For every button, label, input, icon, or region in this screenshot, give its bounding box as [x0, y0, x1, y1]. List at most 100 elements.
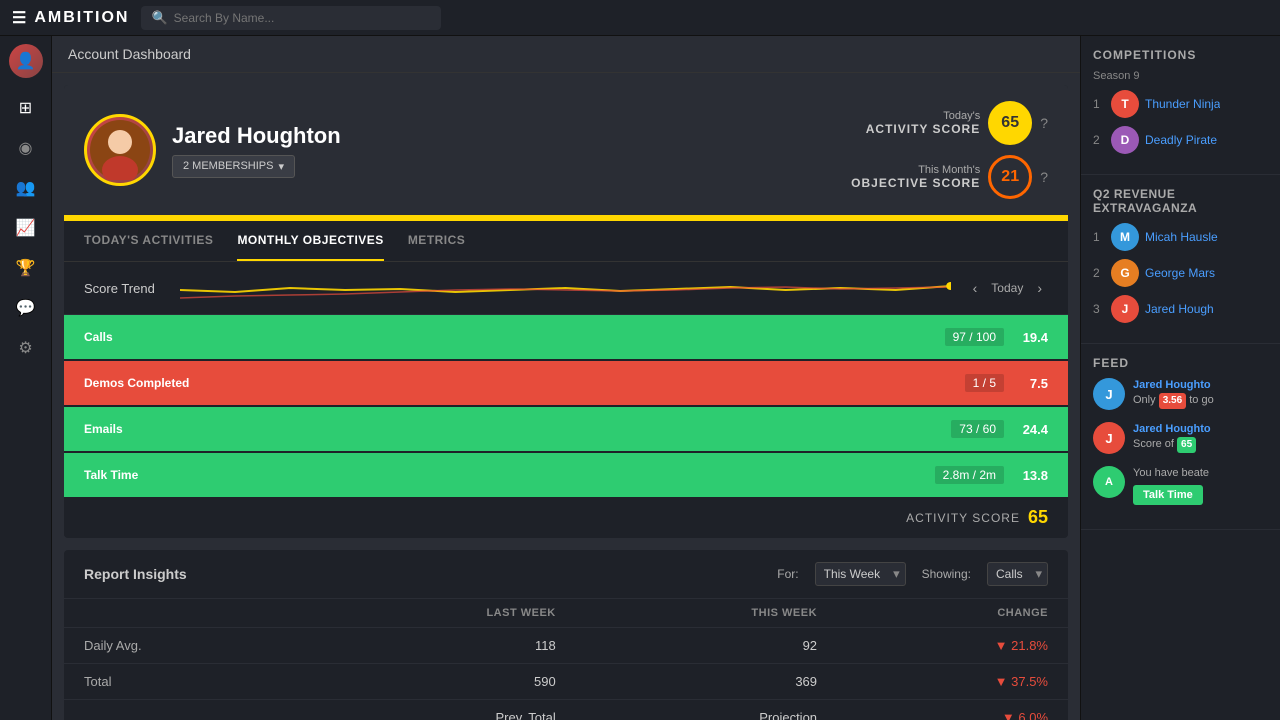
activity-total-label: Activity Score: [906, 511, 1020, 525]
feed-talk-time-button[interactable]: Talk Time: [1133, 485, 1203, 505]
feed-item-2: J Jared Houghto Score of 65: [1093, 422, 1268, 454]
activity-score-badge: 65: [988, 101, 1032, 145]
activity-score-item: Today's Activity Score 65 ?: [866, 101, 1048, 145]
activity-score-label: Today's Activity Score: [866, 110, 980, 136]
feed-avatar-3: A: [1093, 466, 1125, 498]
q2-name-3[interactable]: Jared Hough: [1145, 302, 1214, 316]
comp-name-2[interactable]: Deadly Pirate: [1145, 133, 1217, 147]
q2-name-2[interactable]: George Mars: [1145, 266, 1215, 280]
table-row: Total 590 369 ▼ 37.5%: [64, 664, 1068, 700]
feed-section: Feed J Jared Houghto Only 3.56 to go J J…: [1081, 344, 1280, 530]
activity-label-emails: Emails: [84, 422, 204, 436]
report-for-label: For:: [777, 567, 798, 581]
feed-badge-2: 65: [1177, 437, 1196, 453]
q2-title: Q2 Revenue Extravaganza: [1093, 187, 1268, 215]
score-trend-label: Score Trend: [84, 281, 164, 296]
menu-hamburger-icon[interactable]: ☰: [12, 8, 28, 28]
row-label-daily-avg: Daily Avg.: [64, 628, 305, 664]
activity-row-calls: Calls 97 / 100 19.4: [64, 315, 1068, 359]
q2-item-3: 3 J Jared Hough: [1093, 295, 1268, 323]
q2-avatar-3: J: [1111, 295, 1139, 323]
report-table: Last Week This Week Change Daily Avg. 11…: [64, 599, 1068, 720]
feed-text-1: Jared Houghto Only 3.56 to go: [1133, 378, 1214, 410]
tab-monthly-objectives[interactable]: Monthly Objectives: [237, 221, 383, 261]
top-nav: ☰ AMBITION 🔍: [0, 0, 1280, 36]
objective-score-badge: 21: [988, 155, 1032, 199]
sidebar-item-analytics[interactable]: 📈: [8, 210, 44, 246]
search-bar[interactable]: 🔍: [141, 6, 441, 30]
row-this-week-daily: 92: [576, 628, 837, 664]
feed-text-3: You have beate Talk Time: [1133, 466, 1268, 505]
main-content: Account Dashboard Jared Houghton 2 MEMBE…: [52, 36, 1080, 720]
col-header-label: [64, 599, 305, 628]
activity-row-talktime: Talk Time 2.8m / 2m 13.8: [64, 453, 1068, 497]
trend-next-button[interactable]: ›: [1031, 278, 1048, 298]
col-header-last-week: Last Week: [305, 599, 575, 628]
q2-avatar-1: M: [1111, 223, 1139, 251]
col-header-change: Change: [837, 599, 1068, 628]
q2-name-1[interactable]: Micah Hausle: [1145, 230, 1218, 244]
row-change-daily: ▼ 21.8%: [837, 628, 1068, 664]
profile-info: Jared Houghton 2 MEMBERSHIPS ▾: [172, 123, 835, 178]
feed-avatar-1: J: [1093, 378, 1125, 410]
sidebar: 👤 ⊞ ◉ 👥 📈 🏆 💬 ⚙: [0, 36, 52, 720]
comp-avatar-2: D: [1111, 126, 1139, 154]
activity-score-demos: 7.5: [1012, 376, 1048, 391]
activity-score-help-icon[interactable]: ?: [1040, 115, 1048, 131]
row-bottom-change: ▼ 6.0%: [837, 700, 1068, 720]
sidebar-item-team[interactable]: 👥: [8, 170, 44, 206]
row-prev-total-label: Prev. Total: [305, 700, 575, 720]
report-for-select-wrapper[interactable]: This Week: [815, 562, 906, 586]
activity-progress-emails: 73 / 60: [951, 420, 1004, 438]
competitions-title: Competitions: [1093, 48, 1268, 62]
chevron-down-icon: ▾: [278, 160, 284, 173]
activity-score-talktime: 13.8: [1012, 468, 1048, 483]
row-label-bottom: [64, 700, 305, 720]
objective-score-label: This Month's Objective Score: [851, 164, 980, 190]
comp-rank-1: 1: [1093, 97, 1105, 111]
comp-rank-2: 2: [1093, 133, 1105, 147]
search-input[interactable]: [174, 11, 432, 25]
q2-avatar-2: G: [1111, 259, 1139, 287]
page-header: Account Dashboard: [52, 36, 1080, 73]
tab-todays-activities[interactable]: Today's Activities: [84, 221, 213, 261]
sidebar-item-messages[interactable]: 💬: [8, 290, 44, 326]
q2-section: Q2 Revenue Extravaganza 1 M Micah Hausle…: [1081, 175, 1280, 344]
profile-card: Jared Houghton 2 MEMBERSHIPS ▾ Today's A…: [64, 85, 1068, 538]
trend-prev-button[interactable]: ‹: [967, 278, 984, 298]
sidebar-item-home[interactable]: ⊞: [8, 90, 44, 126]
table-row-bottom: Prev. Total Projection ▼ 6.0%: [64, 700, 1068, 720]
sidebar-item-profile[interactable]: ◉: [8, 130, 44, 166]
profile-scores: Today's Activity Score 65 ? This Month's…: [851, 101, 1048, 199]
row-projection-label: Projection: [576, 700, 837, 720]
comp-name-1[interactable]: Thunder Ninja: [1145, 97, 1220, 111]
sidebar-item-settings[interactable]: ⚙: [8, 330, 44, 366]
activity-score-calls: 19.4: [1012, 330, 1048, 345]
row-this-week-total: 369: [576, 664, 837, 700]
sidebar-item-trophy[interactable]: 🏆: [8, 250, 44, 286]
objective-score-help-icon[interactable]: ?: [1040, 169, 1048, 185]
avatar[interactable]: 👤: [9, 44, 43, 78]
q2-item-1: 1 M Micah Hausle: [1093, 223, 1268, 251]
activity-score-emails: 24.4: [1012, 422, 1048, 437]
feed-badge-1: 3.56: [1159, 393, 1186, 409]
activity-progress-demos: 1 / 5: [965, 374, 1004, 392]
activity-label-calls: Calls: [84, 330, 204, 344]
feed-item-1: J Jared Houghto Only 3.56 to go: [1093, 378, 1268, 410]
objective-score-item: This Month's Objective Score 21 ?: [851, 155, 1048, 199]
trend-nav: ‹ Today ›: [967, 278, 1048, 298]
competitions-section: Competitions Season 9 1 T Thunder Ninja …: [1081, 36, 1280, 175]
q2-item-2: 2 G George Mars: [1093, 259, 1268, 287]
profile-header: Jared Houghton 2 MEMBERSHIPS ▾ Today's A…: [64, 85, 1068, 215]
row-label-total: Total: [64, 664, 305, 700]
tab-metrics[interactable]: Metrics: [408, 221, 466, 261]
report-section: Report Insights For: This Week Showing: …: [64, 550, 1068, 720]
memberships-button[interactable]: 2 MEMBERSHIPS ▾: [172, 155, 295, 178]
q2-rank-2: 2: [1093, 266, 1105, 280]
report-showing-select[interactable]: Calls: [987, 562, 1048, 586]
report-for-select[interactable]: This Week: [815, 562, 906, 586]
report-showing-select-wrapper[interactable]: Calls: [987, 562, 1048, 586]
right-panel: Competitions Season 9 1 T Thunder Ninja …: [1080, 36, 1280, 720]
activity-label-talktime: Talk Time: [84, 468, 204, 482]
feed-avatar-2: J: [1093, 422, 1125, 454]
